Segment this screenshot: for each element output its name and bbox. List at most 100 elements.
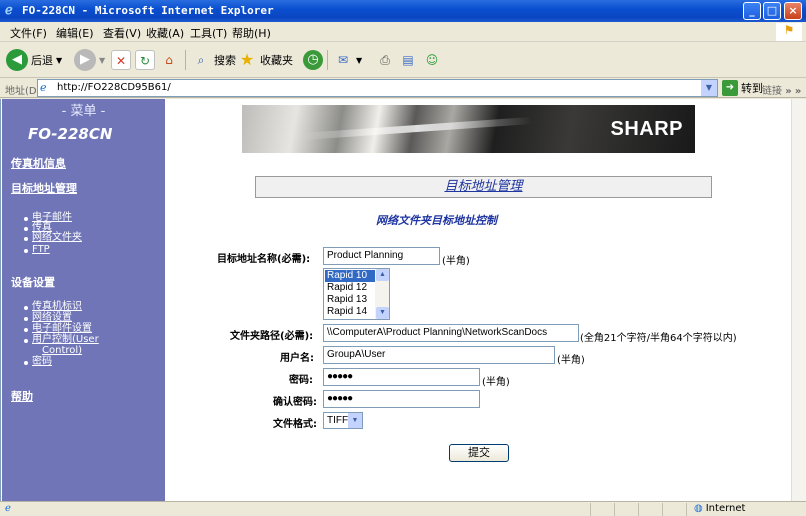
history-icon: ◷ — [303, 50, 323, 70]
go-arrow-icon: ➜ — [722, 80, 738, 96]
forward-arrow-icon: ▶ — [74, 49, 96, 71]
username-input[interactable]: GroupA\User — [323, 346, 555, 364]
menu-view[interactable]: 查看(V) — [103, 25, 141, 41]
menu-tools[interactable]: 工具(T) — [190, 25, 227, 41]
chevron-down-icon[interactable]: ▼ — [701, 80, 717, 96]
bullet-icon — [24, 328, 28, 332]
status-divider — [686, 503, 687, 516]
page-title-box: 目标地址管理 — [255, 176, 712, 198]
stop-button[interactable]: ✕ — [111, 48, 131, 72]
title-bar: ℯ FO-228CN - Microsoft Internet Explorer… — [0, 0, 806, 22]
mail-icon: ✉ — [337, 53, 349, 67]
section-title: 网络文件夹目标地址控制 — [376, 214, 497, 227]
dest-name-hint: (半角) — [442, 256, 470, 267]
banner-streak — [302, 116, 532, 141]
edit-button[interactable]: ▤ — [398, 48, 418, 72]
messenger-button[interactable]: ☺ — [422, 48, 442, 72]
bullet-icon — [24, 361, 28, 365]
sidebar-item-network-settings[interactable]: 网络设置 — [32, 312, 72, 323]
page-title: 目标地址管理 — [444, 179, 523, 194]
status-divider — [590, 503, 591, 516]
chevron-up-icon[interactable]: ▲ — [376, 269, 389, 281]
page-content: - 菜单 - FO-228CN 传真机信息 目标地址管理 电子邮件 传真 网络文… — [0, 99, 806, 501]
favorites-button[interactable]: ★ 收藏夹 — [237, 48, 293, 72]
rapid-listbox[interactable]: Rapid 10 Rapid 12 Rapid 13 Rapid 14 ▲ ▼ — [323, 268, 390, 320]
password-hint: (半角) — [482, 377, 510, 388]
submit-button[interactable]: 提交 — [449, 444, 509, 462]
sidebar-item-ftp[interactable]: FTP — [32, 244, 50, 255]
home-icon: ⌂ — [165, 53, 173, 67]
sidebar-section-device-settings: 设备设置 — [11, 276, 55, 289]
list-item[interactable]: Rapid 12 — [325, 282, 375, 294]
menu-edit[interactable]: 编辑(E) — [56, 25, 94, 41]
window-title: FO-228CN - Microsoft Internet Explorer — [22, 4, 274, 17]
sidebar-item-help[interactable]: 帮助 — [11, 388, 33, 404]
sidebar-item-fax-info[interactable]: 传真机信息 — [11, 155, 66, 171]
star-icon: ★ — [239, 50, 255, 69]
back-label: 后退 — [31, 54, 53, 67]
bullet-icon — [24, 306, 28, 310]
bullet-icon — [24, 317, 28, 321]
address-input[interactable]: ℯ http://FO228CD95B61/ ▼ — [37, 79, 718, 97]
dest-name-input[interactable]: Product Planning — [323, 247, 440, 265]
bullet-icon — [24, 217, 28, 221]
menu-favorites[interactable]: 收藏(A) — [146, 25, 184, 41]
close-button[interactable]: × — [784, 2, 802, 20]
menu-bar: 文件(F) 编辑(E) 查看(V) 收藏(A) 工具(T) 帮助(H) ⚑ — [0, 22, 806, 42]
list-item[interactable]: Rapid 10 — [325, 270, 375, 282]
refresh-icon: ↻ — [135, 50, 155, 70]
sidebar-item-network-folder[interactable]: 网络文件夹 — [32, 232, 82, 243]
status-bar: ℯ ◍ Internet — [0, 501, 806, 516]
maximize-button[interactable]: □ — [763, 2, 781, 20]
history-button[interactable]: ◷ — [303, 48, 323, 72]
print-button[interactable]: ⎙ — [375, 48, 395, 72]
file-format-select[interactable]: TIFF ▼ — [323, 412, 363, 429]
menu-help[interactable]: 帮助(H) — [232, 25, 271, 41]
security-zone: ◍ Internet — [694, 503, 745, 514]
chevron-down-icon: ▼ — [56, 55, 63, 65]
folder-path-label: 文件夹路径(必需): — [230, 331, 314, 342]
go-label: 转到 — [741, 82, 763, 95]
toolbar-separator — [327, 50, 328, 70]
username-label: 用户名: — [280, 353, 314, 364]
menu-heading: - 菜单 - — [61, 104, 106, 119]
listbox-scrollbar[interactable]: ▲ ▼ — [375, 269, 389, 319]
ie-logo-icon: ℯ — [5, 3, 13, 18]
model-name: FO-228CN — [28, 125, 113, 143]
links-button[interactable]: 链接 » » — [762, 82, 801, 97]
edit-icon: ▤ — [402, 53, 414, 67]
home-button[interactable]: ⌂ — [159, 48, 179, 72]
sidebar-item-user-control-cont[interactable]: Control) — [42, 345, 82, 356]
confirm-password-input[interactable]: ●●●●● — [323, 390, 480, 408]
globe-icon: ◍ — [694, 503, 703, 514]
password-input[interactable]: ●●●●● — [323, 368, 480, 386]
page-scrollbar[interactable] — [791, 99, 806, 501]
confirm-password-label: 确认密码: — [273, 397, 317, 408]
folder-path-input[interactable]: \\ComputerA\Product Planning\NetworkScan… — [323, 324, 579, 342]
mail-button[interactable]: ✉ ▼ — [333, 48, 362, 72]
stop-icon: ✕ — [111, 50, 131, 70]
sharp-logo: SHARP — [610, 118, 683, 140]
list-item[interactable]: Rapid 14 — [325, 306, 375, 318]
sidebar: - 菜单 - FO-228CN 传真机信息 目标地址管理 电子邮件 传真 网络文… — [2, 99, 165, 501]
favorites-label: 收藏夹 — [260, 54, 293, 67]
bullet-icon — [24, 339, 28, 343]
sidebar-item-user-control[interactable]: 用户控制(User — [32, 334, 99, 345]
bullet-icon — [24, 237, 28, 241]
sidebar-item-dest-mgmt[interactable]: 目标地址管理 — [11, 180, 77, 196]
minimize-button[interactable]: _ — [743, 2, 761, 20]
sidebar-item-fax-id[interactable]: 传真机标识 — [32, 301, 82, 312]
list-item[interactable]: Rapid 13 — [325, 294, 375, 306]
forward-button[interactable]: ▶ ▼ — [74, 48, 105, 72]
menu-file[interactable]: 文件(F) — [10, 25, 47, 41]
sidebar-item-password[interactable]: 密码 — [32, 356, 52, 367]
address-label: 地址(D) — [5, 86, 41, 97]
search-button[interactable]: ⌕ 搜索 — [191, 48, 236, 72]
go-button[interactable]: ➜ 转到 — [722, 80, 763, 96]
address-bar: 地址(D) ℯ http://FO228CD95B61/ ▼ ➜ 转到 链接 »… — [0, 78, 806, 98]
back-button[interactable]: ◀ 后退 ▼ — [6, 48, 62, 72]
sidebar-item-email-settings[interactable]: 电子邮件设置 — [32, 323, 92, 334]
refresh-button[interactable]: ↻ — [135, 48, 155, 72]
chevron-down-icon[interactable]: ▼ — [376, 307, 389, 319]
chevron-down-icon[interactable]: ▼ — [348, 413, 362, 428]
